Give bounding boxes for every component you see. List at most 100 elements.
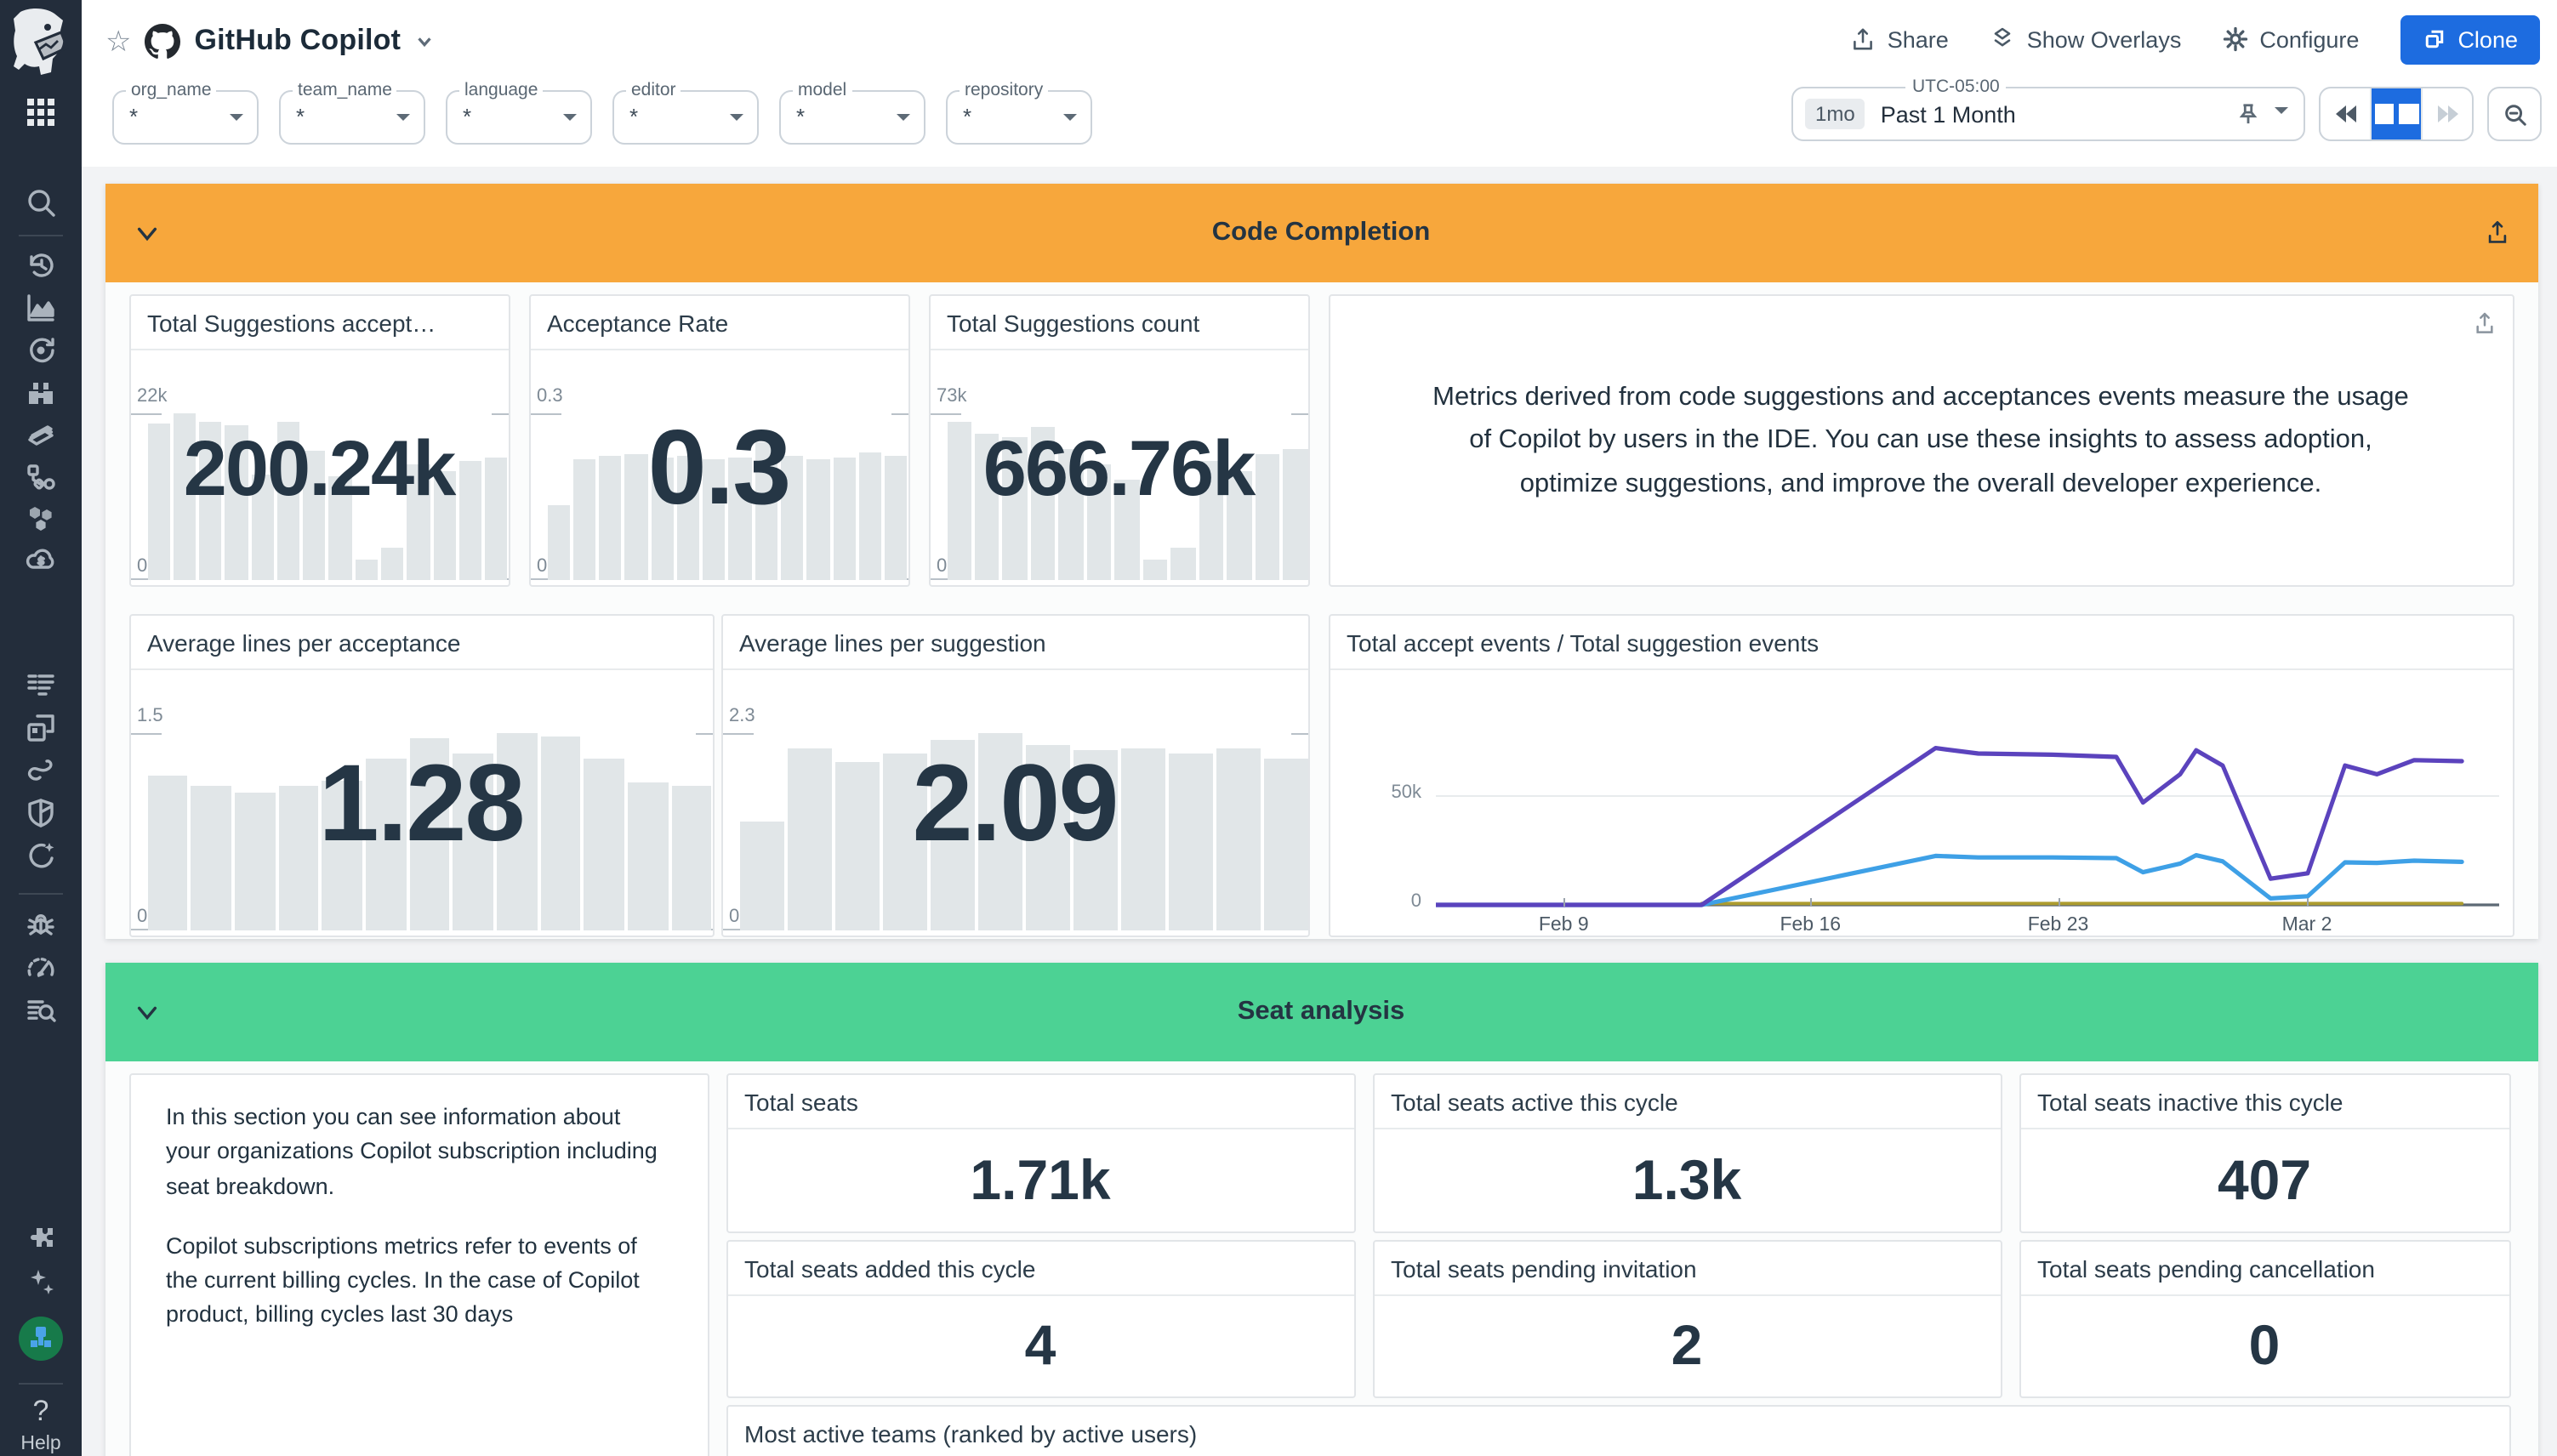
x-tick-label: Feb 16 (1780, 915, 1841, 936)
widget-average-lines-per-acceptance[interactable]: Average lines per acceptance 1.5 0 1.28 (128, 614, 714, 937)
history-icon[interactable] (24, 248, 58, 282)
apps-grid-icon[interactable] (27, 99, 54, 126)
widget-total-suggestions-count[interactable]: Total Suggestions count 73k 0 666.76k (928, 294, 1309, 587)
x-tick-label: Feb 9 (1539, 915, 1589, 936)
metrics-chart-icon[interactable] (24, 291, 58, 325)
filter-editor[interactable]: editor* (612, 90, 759, 145)
filter-label: team_name (293, 80, 397, 100)
widget-title: Total accept events / Total suggestion e… (1330, 616, 2512, 670)
help-button[interactable]: ? Help (20, 1395, 60, 1454)
widget-note-code-completion[interactable]: Metrics derived from code suggestions an… (1328, 294, 2514, 587)
user-avatar[interactable] (19, 1317, 63, 1361)
filter-caret-icon (897, 114, 910, 128)
pause-button[interactable] (2370, 88, 2421, 139)
sidebar-divider (19, 1383, 63, 1385)
widget-total-seats-active[interactable]: Total seats active this cycle1.3k (1372, 1073, 2002, 1233)
header-actions: Share Show Overlays Configure Clone (1850, 12, 2540, 66)
dashboards-icon[interactable] (24, 711, 58, 745)
dashboard-title-row: ☆ GitHub Copilot (105, 14, 433, 68)
github-octocat-icon (145, 23, 181, 59)
widget-title: Total seats pending cancellation (2020, 1242, 2509, 1296)
clone-label: Clone (2457, 26, 2518, 52)
cloud-cost-icon[interactable] (24, 543, 58, 577)
widget-title: Total Suggestions count (930, 296, 1307, 350)
clone-button[interactable]: Clone (2400, 14, 2540, 64)
widget-total-seats-added[interactable]: Total seats added this cycle4 (726, 1240, 1355, 1398)
share-button[interactable]: Share (1850, 26, 1949, 53)
gear-icon (2222, 26, 2249, 53)
filter-value: * (629, 104, 638, 129)
time-controls: UTC-05:00 1mo Past 1 Month (1791, 87, 2542, 141)
configure-label: Configure (2259, 26, 2359, 52)
widget-total-seats-inactive[interactable]: Total seats inactive this cycle407 (2019, 1073, 2510, 1233)
filter-value: * (296, 104, 305, 129)
sidebar-divider (19, 235, 63, 236)
widget-total-seats-pending-invitation[interactable]: Total seats pending invitation2 (1372, 1240, 2002, 1398)
widget-average-lines-per-suggestion[interactable]: Average lines per suggestion 2.3 0 2.09 (720, 614, 1309, 937)
widget-total-suggestions-accepted[interactable]: Total Suggestions accept… 22k 0 200.24k (128, 294, 510, 587)
service-catalog-icon[interactable] (24, 500, 58, 534)
error-tracking-bug-icon[interactable] (24, 908, 58, 942)
filter-label: language (459, 80, 543, 100)
group-header-seat-analysis[interactable]: Seat analysis (105, 963, 2537, 1061)
integrations-puzzle-icon[interactable] (24, 1223, 58, 1257)
filter-language[interactable]: language* (446, 90, 592, 145)
workflow-icon[interactable] (24, 461, 58, 495)
note-text: Metrics derived from code suggestions an… (1418, 377, 2423, 505)
widget-acceptance-rate[interactable]: Acceptance Rate 0.3 0 0.3 (528, 294, 909, 587)
performance-gauge-icon[interactable] (24, 951, 58, 985)
show-overlays-button[interactable]: Show Overlays (1990, 26, 2182, 53)
query-value: 2 (1374, 1294, 2000, 1396)
time-caret-icon[interactable] (2275, 107, 2288, 121)
sparkbar-chart: 1.5 0 1.28 (130, 670, 712, 936)
fast-forward-button[interactable] (2421, 88, 2472, 139)
watchdog-icon[interactable] (24, 333, 58, 367)
binoculars-icon[interactable] (24, 376, 58, 410)
collapse-chevron-icon[interactable] (134, 221, 159, 247)
logs-icon[interactable] (24, 668, 58, 702)
rewind-button[interactable] (2321, 88, 2370, 139)
filter-value: * (796, 104, 805, 129)
datadog-logo-icon[interactable] (10, 9, 71, 77)
filter-team_name[interactable]: team_name* (279, 90, 425, 145)
collapse-chevron-icon[interactable] (134, 1000, 159, 1026)
notebooks-icon[interactable] (24, 418, 58, 452)
code-completion-grid: Total Suggestions accept… 22k 0 200.24k … (105, 282, 2537, 937)
configure-button[interactable]: Configure (2222, 26, 2359, 53)
log-search-icon[interactable] (24, 993, 58, 1027)
widget-total-seats[interactable]: Total seats1.71k (726, 1073, 1355, 1233)
widget-total-seats-pending-cancellation[interactable]: Total seats pending cancellation0 (2019, 1240, 2510, 1398)
show-overlays-label: Show Overlays (2027, 26, 2182, 52)
series-total-suggestion-events (1435, 748, 2461, 905)
filter-repository[interactable]: repository* (946, 90, 1092, 145)
widget-note-seat-analysis[interactable]: In this section you can see information … (128, 1073, 709, 1456)
query-value: 1.3k (1374, 1128, 2000, 1231)
llm-observability-icon[interactable] (24, 839, 58, 873)
filter-value: * (463, 104, 471, 129)
group-title: Code Completion (1212, 218, 1431, 248)
zoom-out-button[interactable] (2487, 87, 2542, 141)
filter-label: model (793, 80, 851, 100)
export-icon[interactable] (2483, 218, 2510, 245)
widget-most-active-teams[interactable]: Most active teams (ranked by active user… (726, 1405, 2510, 1456)
filter-caret-icon (1063, 114, 1077, 128)
time-range-picker[interactable]: UTC-05:00 1mo Past 1 Month (1791, 87, 2305, 141)
search-icon[interactable] (24, 185, 58, 219)
seat-analysis-grid: In this section you can see information … (105, 1061, 2537, 1456)
widget-title: Total seats active this cycle (1374, 1075, 2000, 1129)
ai-sparkles-icon[interactable] (24, 1265, 58, 1300)
dashboard-header: ☆ GitHub Copilot Share Show Overlays Con… (82, 0, 2557, 167)
filter-model[interactable]: model* (779, 90, 925, 145)
ci-pipelines-icon[interactable] (24, 754, 58, 788)
filter-org_name[interactable]: org_name* (112, 90, 259, 145)
overlays-icon (1990, 26, 2017, 53)
sparkbar-chart: 0.3 0 0.3 (530, 350, 908, 585)
pin-icon[interactable] (2237, 102, 2259, 126)
title-chevron-down-icon[interactable] (414, 31, 433, 50)
export-icon[interactable] (2471, 310, 2497, 335)
security-shield-icon[interactable] (24, 796, 58, 830)
help-icon: ? (20, 1395, 60, 1429)
widget-accept-suggestion-timeseries[interactable]: Total accept events / Total suggestion e… (1328, 614, 2514, 937)
group-header-code-completion[interactable]: Code Completion (105, 184, 2537, 282)
favorite-star-icon[interactable]: ☆ (105, 26, 132, 55)
